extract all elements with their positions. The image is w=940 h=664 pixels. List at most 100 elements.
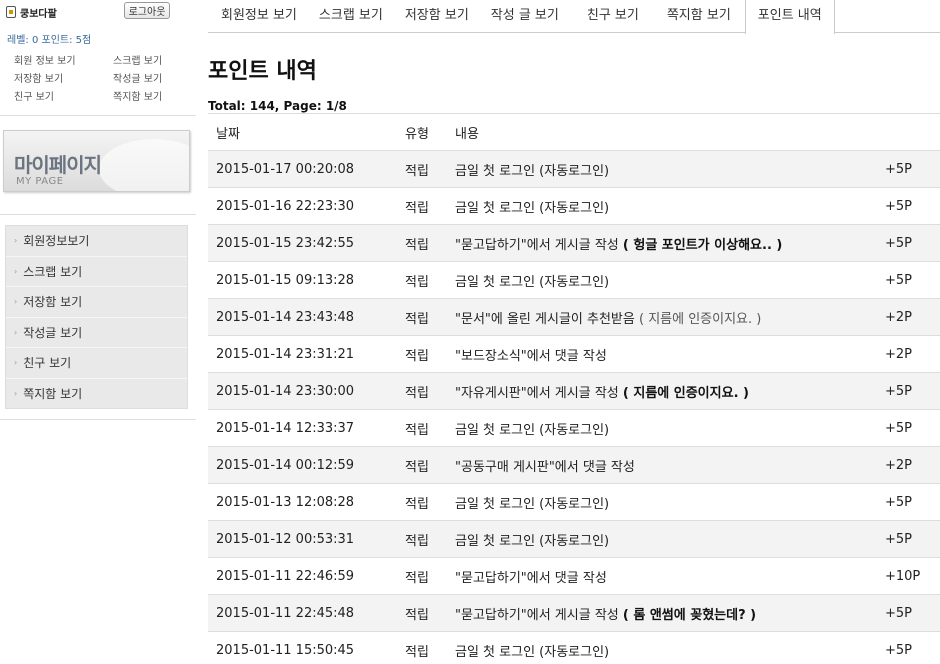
user-row: 쿵보다팔 xyxy=(6,4,57,20)
cell-type: 적립 xyxy=(405,422,429,438)
sidenav-item-friends[interactable]: › 친구 보기 xyxy=(6,348,187,379)
post-title-link[interactable]: ( 헝글 포인트가 이상해요.. ) xyxy=(623,238,782,253)
table-row: 2015-01-11 15:50:45 적립 금일 첫 로그인 (자동로그인) +5P xyxy=(208,632,940,664)
quick-link-messages[interactable]: 쪽지함 보기 xyxy=(113,90,184,105)
tab-messages[interactable]: 쪽지함 보기 xyxy=(639,0,731,32)
cell-type: 적립 xyxy=(405,163,429,179)
cell-type: 적립 xyxy=(405,274,429,290)
content-text: 금일 첫 로그인 (자동로그인) xyxy=(455,422,610,438)
cell-type: 적립 xyxy=(405,459,429,475)
mypage-banner: 마이페이지 MY PAGE xyxy=(3,130,190,192)
table-row: 2015-01-16 22:23:30 적립 금일 첫 로그인 (자동로그인) +5P xyxy=(208,188,940,225)
cell-date: 2015-01-14 00:12:59 xyxy=(216,457,355,473)
sidenav-item-my-posts[interactable]: › 작성글 보기 xyxy=(6,318,187,348)
cell-points: +5P xyxy=(885,235,913,251)
quick-link-friends[interactable]: 친구 보기 xyxy=(14,90,113,105)
table-body: 2015-01-17 00:20:08 적립 금일 첫 로그인 (자동로그인) +5P… xyxy=(208,151,940,664)
post-title-link[interactable]: ( 지름에 인증이지요. ) xyxy=(623,386,749,401)
bullet-icon: › xyxy=(14,358,18,368)
tab-friends[interactable]: 친구 보기 xyxy=(559,0,639,32)
cell-date: 2015-01-12 00:53:31 xyxy=(216,531,355,547)
cell-points: +2P xyxy=(885,457,913,473)
sidenav-item-label: 저장함 보기 xyxy=(23,295,83,310)
table-row: 2015-01-15 23:42:55 적립 "묻고답하기"에서 게시글 작성 ( … xyxy=(208,225,940,262)
sidenav-item-scrap[interactable]: › 스크랩 보기 xyxy=(6,257,187,287)
sidenav-wrapper: › 회원정보보기 › 스크랩 보기 › 저장함 보기 › 작성글 보기 › 친구 보기 ›… xyxy=(0,214,196,420)
sidenav-item-storage[interactable]: › 저장함 보기 xyxy=(6,287,187,318)
content-text: 금일 첫 로그인 (자동로그인) xyxy=(455,200,610,216)
table-row: 2015-01-17 00:20:08 적립 금일 첫 로그인 (자동로그인) +5P xyxy=(208,151,940,188)
quick-link-member-info[interactable]: 회원 정보 보기 xyxy=(14,54,113,69)
cell-content: "묻고답하기"에서 게시글 작성 ( 롬 앤썸에 꽂혔는데? ) xyxy=(447,604,885,623)
cell-points: +5P xyxy=(885,383,913,399)
cell-date: 2015-01-14 23:43:48 xyxy=(216,309,355,325)
quick-link-scrap[interactable]: 스크랩 보기 xyxy=(113,54,184,69)
cell-date: 2015-01-16 22:23:30 xyxy=(216,198,355,214)
cell-points: +5P xyxy=(885,494,913,510)
quick-links: 회원 정보 보기 스크랩 보기 저장함 보기 작성글 보기 친구 보기 쪽지함 … xyxy=(14,54,184,105)
quick-link-my-posts[interactable]: 작성글 보기 xyxy=(113,72,184,87)
cell-content: "묻고답하기"에서 댓글 작성 xyxy=(447,567,885,586)
user-box: 쿵보다팔 로그아웃 레벨: 0 포인트: 5점 회원 정보 보기 스크랩 보기 … xyxy=(0,0,196,116)
sidenav-item-label: 스크랩 보기 xyxy=(23,264,83,279)
cell-content: 금일 첫 로그인 (자동로그인) xyxy=(447,641,885,660)
cell-points: +10P xyxy=(885,568,921,584)
tab-my-posts[interactable]: 작성 글 보기 xyxy=(469,0,559,32)
cell-content: 금일 첫 로그인 (자동로그인) xyxy=(447,197,885,216)
cell-content: "공동구매 게시판"에서 댓글 작성 xyxy=(447,456,885,475)
cell-content: "문서"에 올린 게시글이 추천받음 ( 지름에 인증이지요. ) xyxy=(447,308,885,327)
cell-date: 2015-01-13 12:08:28 xyxy=(216,494,355,510)
cell-points: +2P xyxy=(885,309,913,325)
tab-member-info[interactable]: 회원정보 보기 xyxy=(208,0,297,32)
header-date: 날짜 xyxy=(216,126,240,142)
cell-date: 2015-01-14 23:31:21 xyxy=(216,346,355,362)
cell-type: 적립 xyxy=(405,644,429,660)
content-text: "묻고답하기"에서 댓글 작성 xyxy=(455,570,607,586)
bullet-icon: › xyxy=(14,389,18,399)
cell-content: 금일 첫 로그인 (자동로그인) xyxy=(447,530,885,549)
tab-scrap[interactable]: 스크랩 보기 xyxy=(297,0,383,32)
content-text: "자유게시판"에서 게시글 작성 xyxy=(455,385,619,401)
table-row: 2015-01-11 22:45:48 적립 "묻고답하기"에서 게시글 작성 ( … xyxy=(208,595,940,632)
content-text: "문서"에 올린 게시글이 추천받음 xyxy=(455,311,635,327)
table-row: 2015-01-14 23:31:21 적립 "보드장소식"에서 댓글 작성 +2P xyxy=(208,336,940,373)
cell-date: 2015-01-11 22:45:48 xyxy=(216,605,355,621)
cell-type: 적립 xyxy=(405,533,429,549)
cell-content: 금일 첫 로그인 (자동로그인) xyxy=(447,419,885,438)
cell-date: 2015-01-11 15:50:45 xyxy=(216,642,355,658)
content-text: "묻고답하기"에서 게시글 작성 xyxy=(455,607,619,623)
user-name: 쿵보다팔 xyxy=(20,8,57,20)
sidenav-item-label: 친구 보기 xyxy=(23,356,72,371)
tab-points[interactable]: 포인트 내역 xyxy=(744,0,835,34)
sidenav-item-label: 쪽지함 보기 xyxy=(23,387,83,402)
sidenav-item-label: 회원정보보기 xyxy=(23,234,90,249)
cell-content: 금일 첫 로그인 (자동로그인) xyxy=(447,493,885,512)
header-type: 유형 xyxy=(405,126,429,142)
bullet-icon: › xyxy=(14,266,18,276)
user-icon xyxy=(6,6,16,18)
header-content: 내용 xyxy=(455,126,479,142)
sidenav-item-member-info[interactable]: › 회원정보보기 xyxy=(6,226,187,257)
cell-points: +2P xyxy=(885,346,913,362)
cell-content: "자유게시판"에서 게시글 작성 ( 지름에 인증이지요. ) xyxy=(447,382,885,401)
post-title-link[interactable]: ( 롬 앤썸에 꽂혔는데? ) xyxy=(623,608,756,623)
sidenav: › 회원정보보기 › 스크랩 보기 › 저장함 보기 › 작성글 보기 › 친구 보기 ›… xyxy=(5,225,188,409)
cell-type: 적립 xyxy=(405,348,429,364)
table-row: 2015-01-14 23:30:00 적립 "자유게시판"에서 게시글 작성 ( … xyxy=(208,373,940,410)
cell-type: 적립 xyxy=(405,385,429,401)
page-title: 포인트 내역 xyxy=(208,59,317,84)
table-row: 2015-01-13 12:08:28 적립 금일 첫 로그인 (자동로그인) +5P xyxy=(208,484,940,521)
cell-content: "보드장소식"에서 댓글 작성 xyxy=(447,345,885,364)
sidenav-item-messages[interactable]: › 쪽지함 보기 xyxy=(6,379,187,410)
logout-button[interactable]: 로그아웃 xyxy=(124,2,170,19)
quick-link-storage[interactable]: 저장함 보기 xyxy=(14,72,113,87)
table-row: 2015-01-14 00:12:59 적립 "공동구매 게시판"에서 댓글 작성 +… xyxy=(208,447,940,484)
tab-storage[interactable]: 저장함 보기 xyxy=(383,0,469,32)
sidenav-item-label: 작성글 보기 xyxy=(23,325,83,340)
points-table: 날짜 유형 내용 2015-01-17 00:20:08 적립 금일 첫 로그인 (… xyxy=(208,113,940,664)
bullet-icon: › xyxy=(14,327,18,337)
cell-points: +5P xyxy=(885,531,913,547)
cell-content: "묻고답하기"에서 게시글 작성 ( 헝글 포인트가 이상해요.. ) xyxy=(447,234,885,253)
post-title-link[interactable]: ( 지름에 인증이지요. ) xyxy=(639,312,761,327)
cell-points: +5P xyxy=(885,198,913,214)
